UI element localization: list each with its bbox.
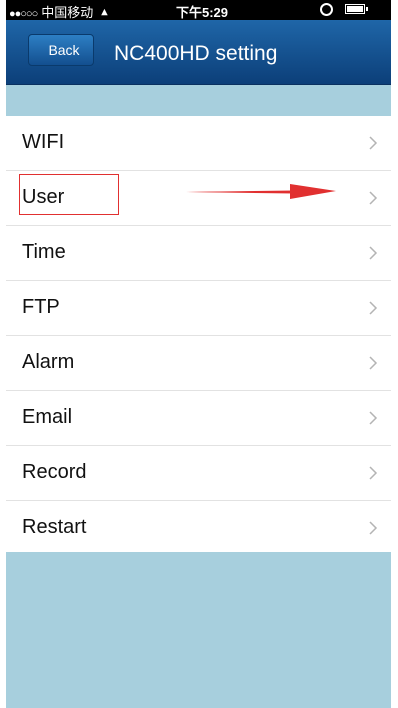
- status-time: 下午5:29: [176, 5, 229, 20]
- annotation-arrow-icon: [186, 184, 336, 199]
- signal-strength-icon: ●●○○○: [9, 8, 38, 20]
- chevron-right-icon: [369, 191, 378, 205]
- menu-item-alarm[interactable]: Alarm: [6, 336, 391, 391]
- chevron-right-icon: [369, 521, 378, 535]
- menu-item-label: FTP: [22, 296, 60, 318]
- back-button[interactable]: Back: [28, 34, 94, 66]
- status-left: ●●○○○ 中国移动 ▼: [9, 2, 110, 21]
- menu-item-time[interactable]: Time: [6, 226, 391, 281]
- menu-item-ftp[interactable]: FTP: [6, 281, 391, 336]
- chevron-right-icon: [369, 356, 378, 370]
- menu-item-label: Email: [22, 406, 73, 428]
- chevron-right-icon: [369, 466, 378, 480]
- settings-menu: WIFI User Time FTP Alarm Email Record Re…: [6, 116, 391, 552]
- menu-item-record[interactable]: Record: [6, 446, 391, 501]
- alarm-clock-icon: [320, 3, 333, 16]
- menu-item-wifi[interactable]: WIFI: [6, 116, 391, 171]
- menu-item-email[interactable]: Email: [6, 391, 391, 446]
- menu-item-label: WIFI: [22, 131, 65, 153]
- menu-item-label: Time: [22, 241, 66, 263]
- menu-item-restart[interactable]: Restart: [6, 501, 391, 555]
- chevron-right-icon: [369, 301, 378, 315]
- menu-item-label: Restart: [22, 516, 87, 538]
- menu-item-label: User: [22, 186, 65, 208]
- menu-item-label: Record: [22, 461, 87, 483]
- chevron-right-icon: [369, 411, 378, 425]
- page-title: NC400HD setting: [114, 42, 278, 65]
- chevron-right-icon: [369, 136, 378, 150]
- wifi-icon: ▼: [99, 6, 111, 18]
- phone-screen: ●●○○○ 中国移动 ▼ 下午5:29 Back NC400HD setting W…: [6, 0, 391, 708]
- status-bar: ●●○○○ 中国移动 ▼ 下午5:29: [6, 0, 391, 20]
- battery-icon: [345, 4, 365, 14]
- menu-item-label: Alarm: [22, 351, 75, 373]
- chevron-right-icon: [369, 246, 378, 260]
- carrier-name: 中国移动: [41, 5, 94, 20]
- battery-tip: [366, 7, 368, 11]
- back-button-label: Back: [48, 42, 80, 58]
- navigation-bar: Back NC400HD setting: [6, 20, 391, 85]
